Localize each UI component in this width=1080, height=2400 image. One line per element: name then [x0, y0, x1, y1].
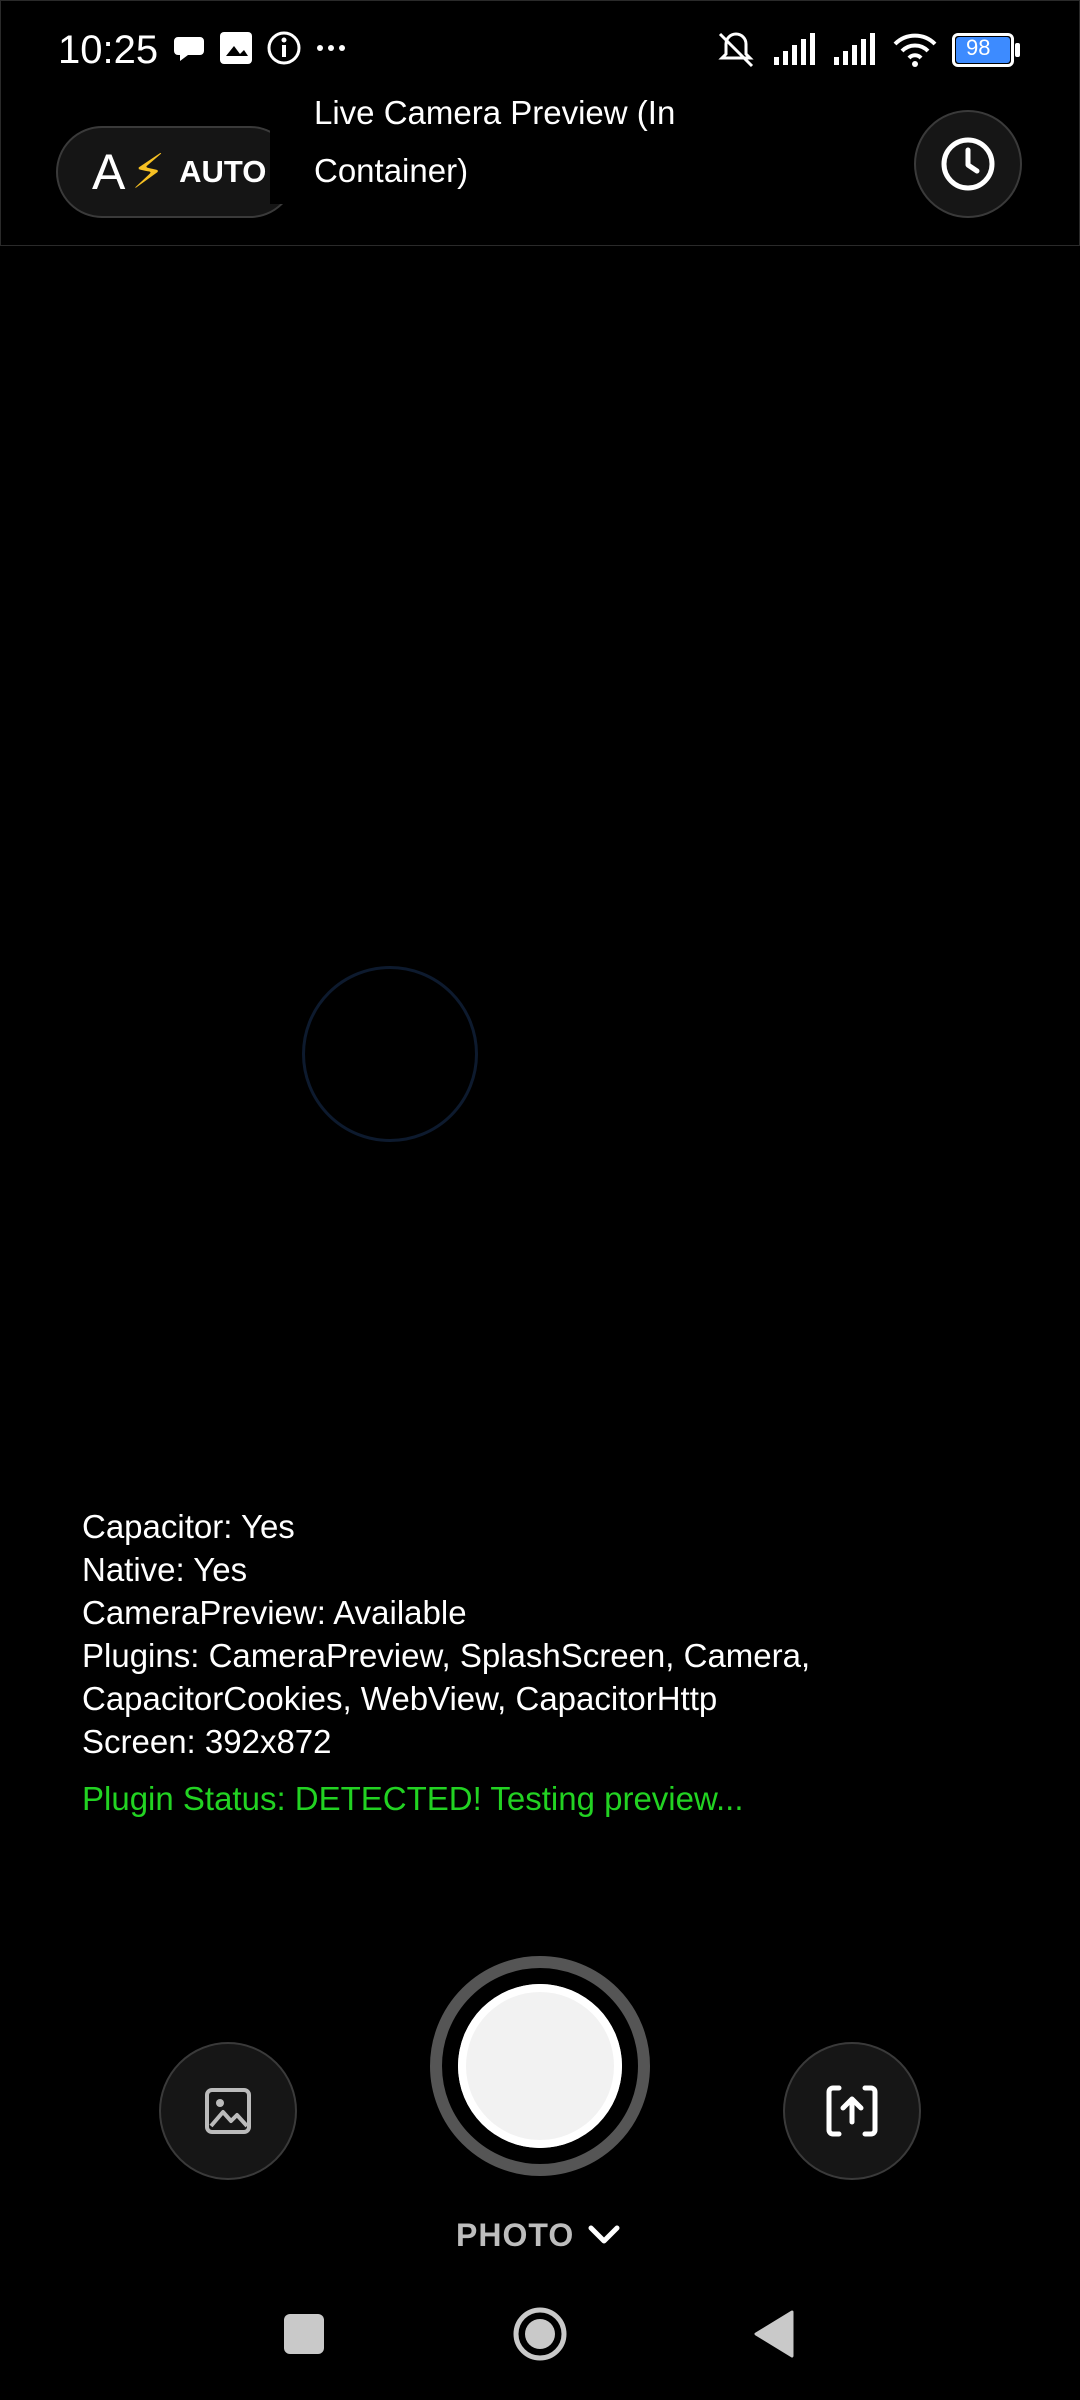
plugin-status: Plugin Status: DETECTED! Testing preview… — [82, 1780, 744, 1817]
nav-recents-button[interactable] — [284, 2314, 324, 2354]
status-right-icons: 98 — [714, 30, 1022, 70]
gallery-icon — [205, 2088, 251, 2134]
mute-icon — [718, 32, 754, 68]
battery-level: 98 — [966, 35, 991, 60]
debug-line: Native: Yes — [82, 1551, 248, 1588]
debug-line: Screen: 392x872 — [82, 1723, 332, 1760]
debug-line: Plugins: CameraPreview, SplashScreen, Ca… — [82, 1637, 811, 1674]
history-button[interactable] — [914, 110, 1022, 218]
wifi-icon — [893, 33, 937, 67]
signal-icon — [774, 33, 815, 65]
debug-info: Capacitor: Yes Native: Yes CameraPreview… — [82, 1505, 982, 1820]
preview-title: Live Camera Preview (In Container) — [270, 84, 730, 204]
chevron-down-icon — [588, 2225, 620, 2244]
debug-line: CapacitorCookies, WebView, CapacitorHttp — [82, 1680, 718, 1717]
debug-line: Capacitor: Yes — [82, 1508, 295, 1545]
mode-selector[interactable]: PHOTO — [456, 2210, 622, 2260]
battery-icon: 98 — [952, 33, 1022, 67]
info-icon — [267, 31, 301, 65]
nav-back-button[interactable] — [752, 2310, 796, 2358]
shutter-button[interactable] — [430, 1956, 650, 2176]
gallery-button[interactable] — [159, 2042, 297, 2180]
flash-mode-label: AUTO — [179, 154, 267, 189]
clock-icon — [941, 137, 995, 191]
debug-line: CameraPreview: Available — [82, 1594, 467, 1631]
signal-icon — [834, 33, 875, 65]
status-time: 10:25 — [58, 28, 159, 72]
preview-title-line1: Live Camera Preview (In — [314, 94, 676, 131]
mode-label: PHOTO — [456, 2216, 575, 2253]
nav-home-button[interactable] — [512, 2306, 568, 2362]
camera-screen: 10:25 98 A ⚡ AUTO Live Camera Preview (I… — [0, 0, 1080, 2400]
more-dots-icon — [317, 45, 345, 51]
image-notification-icon — [220, 32, 252, 64]
preview-title-line2: Container) — [314, 152, 469, 189]
switch-camera-button[interactable] — [783, 2042, 921, 2180]
chat-bubble-icon — [174, 37, 204, 61]
focus-indicator — [302, 966, 478, 1142]
flash-auto-letter: A — [92, 144, 126, 200]
status-left-icons — [172, 30, 348, 66]
flash-mode-button[interactable]: A ⚡ AUTO — [56, 126, 296, 218]
shutter-inner — [458, 1984, 622, 2148]
camera-switch-icon — [826, 2085, 878, 2137]
flash-bolt-icon: ⚡ — [131, 146, 166, 199]
